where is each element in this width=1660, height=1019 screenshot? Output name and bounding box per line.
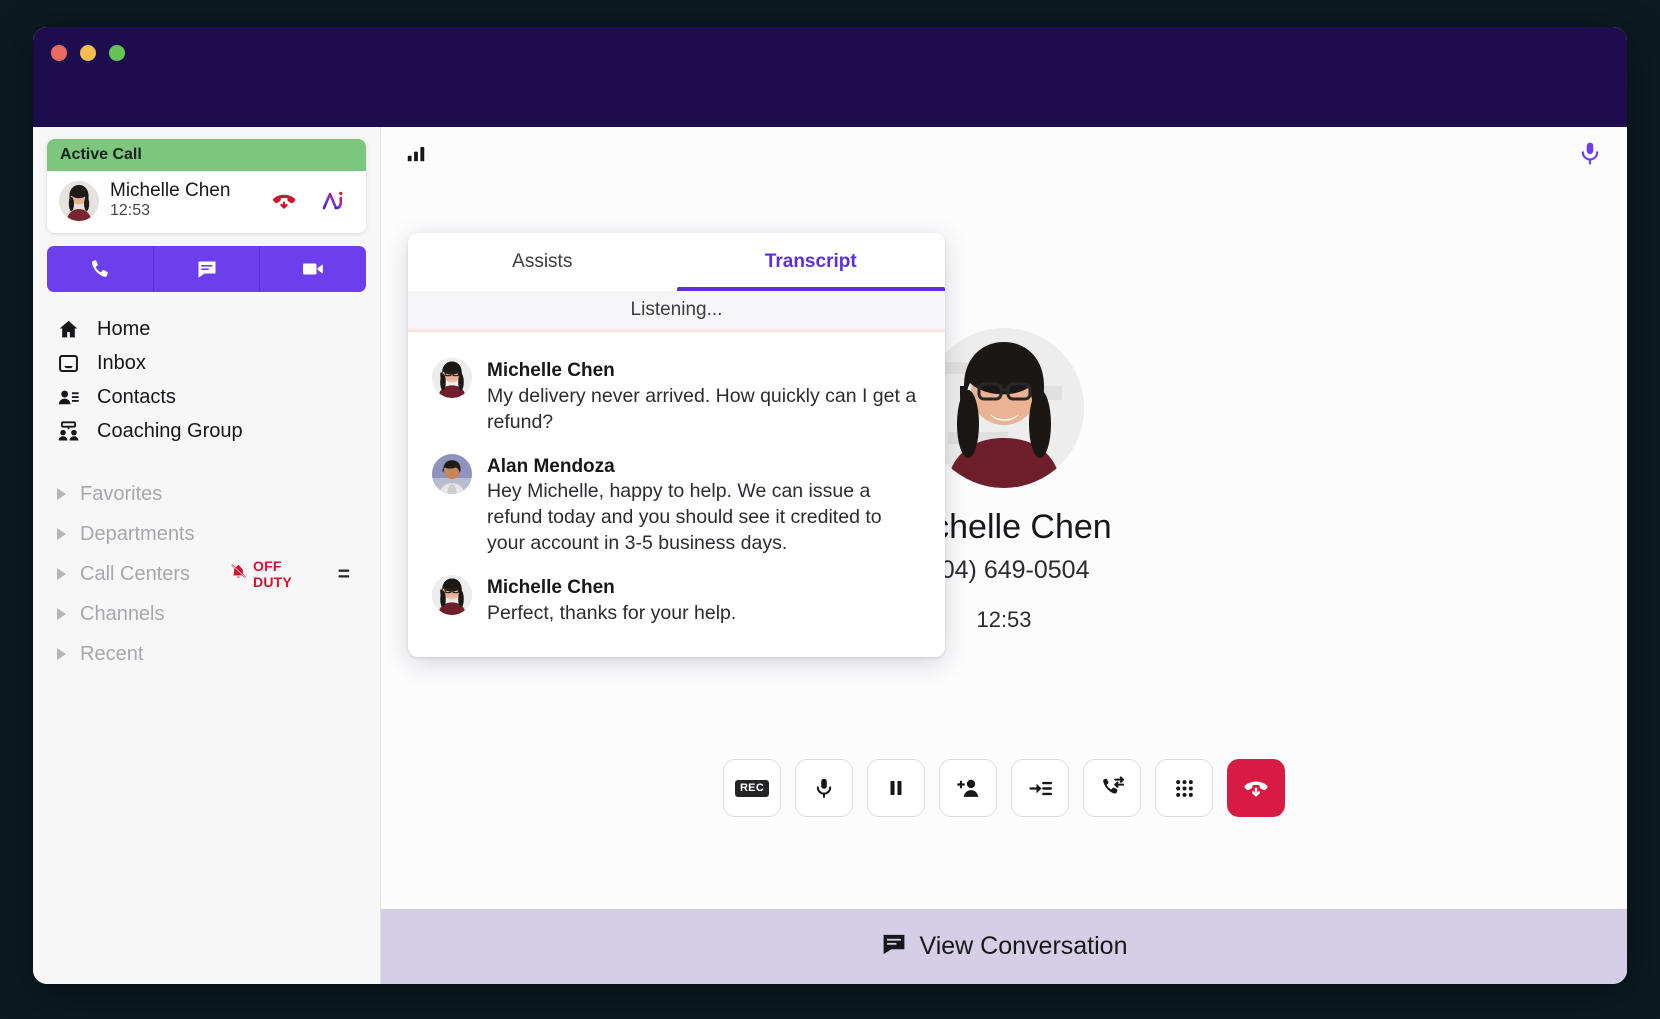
sidebar-item-home[interactable]: Home <box>47 312 366 346</box>
avatar <box>432 453 472 494</box>
sidebar-group-label: Favorites <box>80 482 163 505</box>
transcript-message: Michelle Chen Perfect, thanks for your h… <box>432 575 921 627</box>
end-call-button[interactable] <box>1227 759 1285 817</box>
traffic-lights <box>51 45 125 61</box>
sidebar-group-departments[interactable]: Departments <box>47 514 366 554</box>
sidebar-group-call-centers[interactable]: Call Centers OFF DUTY = <box>47 554 366 594</box>
contacts-icon <box>55 386 81 409</box>
message-speaker: Michelle Chen <box>487 577 615 599</box>
sidebar-group-channels[interactable]: Channels <box>47 594 366 634</box>
avatar <box>924 328 1084 488</box>
sidebar-group-recent[interactable]: Recent <box>47 634 366 674</box>
video-button[interactable] <box>260 246 366 293</box>
microphone-icon[interactable] <box>1577 140 1603 171</box>
sidebar-group-label: Recent <box>80 642 144 665</box>
sidebar-item-inbox[interactable]: Inbox <box>47 346 366 380</box>
window-titlebar <box>33 27 1627 127</box>
sidebar-group-label: Call Centers <box>80 562 191 585</box>
listening-status: Listening... <box>408 291 945 332</box>
transfer-to-queue-button[interactable] <box>1011 759 1069 817</box>
view-conversation-bar[interactable]: View Conversation <box>381 909 1627 984</box>
avatar <box>59 181 99 222</box>
sidebar-item-label: Inbox <box>97 351 146 374</box>
sidebar-group-favorites[interactable]: Favorites <box>47 474 366 514</box>
signal-bars-icon <box>405 142 427 169</box>
message-text: Perfect, thanks for your help. <box>487 601 737 624</box>
call-transfer-button[interactable] <box>1083 759 1141 817</box>
transcript-panel: Assists Transcript Listening... Michelle… <box>408 233 945 657</box>
sidebar-group-label: Departments <box>80 522 195 545</box>
sidebar: Active Call Michelle Chen 12:53 Home Inb… <box>33 127 381 984</box>
communication-buttons <box>47 246 366 293</box>
sidebar-item-label: Home <box>97 317 151 340</box>
tab-assists[interactable]: Assists <box>408 233 677 291</box>
call-stage: Michelle Chen (704) 649-0504 12:53 REC A… <box>381 183 1627 909</box>
message-text: My delivery never arrived. How quickly c… <box>487 384 917 433</box>
tab-transcript[interactable]: Transcript <box>676 233 945 291</box>
active-call-meta: Michelle Chen 12:53 <box>110 180 259 222</box>
status-badge: OFF DUTY <box>230 558 324 590</box>
avatar <box>432 358 472 398</box>
dialpad-button[interactable] <box>1155 759 1213 817</box>
chevron-right-icon <box>57 528 66 541</box>
avatar <box>432 575 472 616</box>
call-timer: 12:53 <box>976 607 1032 632</box>
transcript-message: Michelle Chen My delivery never arrived.… <box>432 358 921 436</box>
chevron-right-icon <box>57 488 66 501</box>
active-call-card[interactable]: Active Call Michelle Chen 12:53 <box>47 139 366 234</box>
view-conversation-label: View Conversation <box>919 932 1128 960</box>
call-button[interactable] <box>47 246 154 293</box>
offduty-label: OFF DUTY <box>253 558 292 591</box>
rec-icon: REC <box>734 779 770 797</box>
close-window-button[interactable] <box>51 45 67 61</box>
message-text: Hey Michelle, happy to help. We can issu… <box>487 480 882 555</box>
zoom-window-button[interactable] <box>109 45 125 61</box>
call-controls: REC <box>381 759 1627 817</box>
main-toolbar <box>381 127 1627 183</box>
sidebar-groups: Favorites Departments Call Centers OFF D… <box>47 474 366 674</box>
inbox-icon <box>55 352 81 375</box>
message-body: Alan Mendoza Hey Michelle, happy to help… <box>487 454 921 558</box>
add-participant-button[interactable] <box>939 759 997 817</box>
transcript-tabs: Assists Transcript <box>408 233 945 291</box>
message-button[interactable] <box>153 246 261 293</box>
drag-handle-icon[interactable]: = <box>338 564 350 585</box>
active-call-duration: 12:53 <box>110 202 151 220</box>
active-call-row[interactable]: Michelle Chen 12:53 <box>47 171 366 234</box>
message-body: Michelle Chen My delivery never arrived.… <box>487 358 921 436</box>
coaching-group-icon <box>55 420 81 443</box>
transcript-messages: Michelle Chen My delivery never arrived.… <box>408 332 945 657</box>
hangup-icon[interactable] <box>270 187 298 215</box>
chevron-right-icon <box>57 608 66 621</box>
hold-button[interactable] <box>867 759 925 817</box>
message-speaker: Alan Mendoza <box>487 455 615 477</box>
active-call-header: Active Call <box>47 139 366 171</box>
active-call-contact-name: Michelle Chen <box>110 180 231 201</box>
minimize-window-button[interactable] <box>80 45 96 61</box>
message-body: Michelle Chen Perfect, thanks for your h… <box>487 575 921 627</box>
mute-button[interactable] <box>795 759 853 817</box>
active-call-actions <box>270 187 354 215</box>
sidebar-item-label: Contacts <box>97 385 176 408</box>
sidebar-nav: Home Inbox Contacts Coaching Group <box>47 312 366 448</box>
sidebar-item-coaching-group[interactable]: Coaching Group <box>47 414 366 448</box>
window-body: Active Call Michelle Chen 12:53 Home Inb… <box>33 127 1627 984</box>
chevron-right-icon <box>57 648 66 661</box>
chevron-right-icon <box>57 568 66 581</box>
main-panel: Michelle Chen (704) 649-0504 12:53 REC A… <box>381 127 1627 984</box>
sidebar-group-label: Channels <box>80 602 165 625</box>
desktop-background: Active Call Michelle Chen 12:53 Home Inb… <box>0 0 1660 1019</box>
transcript-message: Alan Mendoza Hey Michelle, happy to help… <box>432 453 921 558</box>
sidebar-item-label: Coaching Group <box>97 419 243 442</box>
chat-icon <box>881 931 907 962</box>
record-button[interactable]: REC <box>723 759 781 817</box>
ai-assist-icon[interactable] <box>320 187 348 215</box>
bell-off-icon <box>230 563 247 585</box>
message-speaker: Michelle Chen <box>487 360 615 381</box>
sidebar-item-contacts[interactable]: Contacts <box>47 380 366 414</box>
home-icon <box>55 318 81 341</box>
app-window: Active Call Michelle Chen 12:53 Home Inb… <box>33 27 1627 984</box>
